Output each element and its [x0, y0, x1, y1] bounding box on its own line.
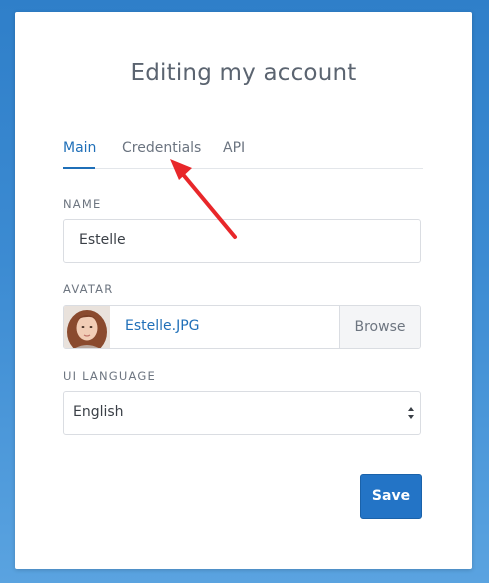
page-title: Editing my account	[130, 60, 357, 86]
account-edit-card: Editing my account Main Credentials API …	[15, 12, 472, 569]
tab-api[interactable]: API	[223, 139, 245, 157]
browse-button[interactable]: Browse	[339, 306, 420, 348]
select-arrows-icon	[408, 407, 414, 419]
name-input[interactable]: Estelle	[63, 219, 421, 263]
save-button[interactable]: Save	[360, 474, 422, 519]
name-label: NAME	[63, 197, 102, 211]
avatar-image	[64, 306, 110, 348]
tab-bar: Main Credentials API	[63, 139, 423, 169]
avatar-file-input[interactable]: Estelle.JPG Browse	[63, 305, 421, 349]
tab-main[interactable]: Main	[63, 139, 96, 157]
active-tab-indicator	[63, 167, 95, 169]
ui-language-label: UI LANGUAGE	[63, 369, 156, 383]
tab-credentials[interactable]: Credentials	[122, 139, 201, 157]
avatar-label: AVATAR	[63, 282, 114, 296]
ui-language-select[interactable]: English	[63, 391, 421, 435]
name-value: Estelle	[79, 232, 126, 248]
ui-language-value: English	[73, 404, 124, 420]
avatar-file-name: Estelle.JPG	[125, 318, 200, 334]
avatar	[64, 306, 110, 348]
